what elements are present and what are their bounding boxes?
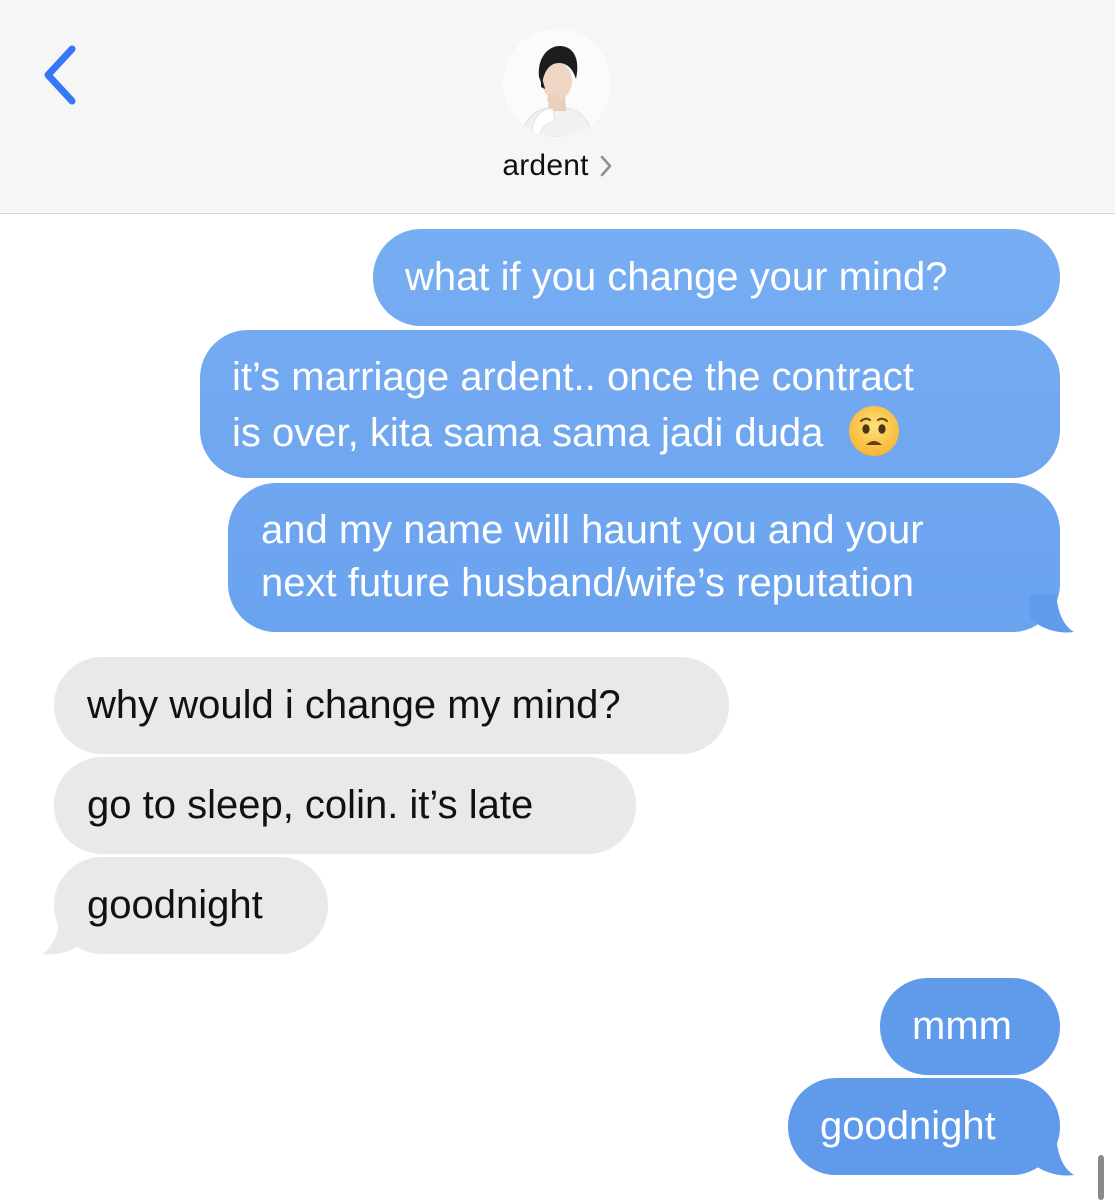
message-bubble-sent[interactable]: what if you change your mind? [373,229,1060,326]
avatar-photo [503,29,611,137]
message-text: goodnight [87,883,263,927]
back-button[interactable] [30,36,90,114]
message-text-line: is over, kita sama sama jadi duda [232,404,1028,460]
message-text: why would i change my mind? [87,683,621,727]
message-text: mmm [912,1004,1012,1048]
message-text: and my name will haunt you and your [261,508,924,552]
bubble-tail [42,916,86,955]
scrollbar[interactable] [1098,1155,1104,1200]
message-bubble-sent[interactable]: it’s marriage ardent.. once the contract… [200,330,1060,478]
message-bubble-received[interactable]: go to sleep, colin. it’s late [54,757,636,854]
contact-name: ardent [502,149,589,182]
contact-name-button[interactable]: ardent [0,146,1115,186]
message-text: go to sleep, colin. it’s late [87,783,534,827]
conversation-header: ardent [0,0,1115,214]
message-text: next future husband/wife’s reputation [261,561,915,605]
avatar[interactable] [503,29,611,137]
message-bubble-received[interactable]: goodnight [54,857,328,954]
chevron-left-icon [44,45,76,105]
message-bubble-sent[interactable]: mmm [880,978,1060,1075]
message-bubble-received[interactable]: why would i change my mind? [54,657,729,754]
message-text: what if you change your mind? [405,255,948,299]
message-text: is over, kita sama sama jadi duda [232,411,824,455]
message-bubble-sent[interactable]: and my name will haunt you and your next… [228,483,1060,632]
message-text: it’s marriage ardent.. once the contract [232,355,914,399]
worried-face-icon [847,404,901,458]
message-bubble-sent[interactable]: goodnight [788,1078,1060,1175]
conversation-screen: ardent what if you change your mind? it’… [0,0,1115,1200]
message-text: goodnight [820,1104,996,1148]
chevron-right-icon [599,154,613,178]
bubble-tail [1030,594,1074,633]
bubble-tail [1030,1137,1074,1176]
